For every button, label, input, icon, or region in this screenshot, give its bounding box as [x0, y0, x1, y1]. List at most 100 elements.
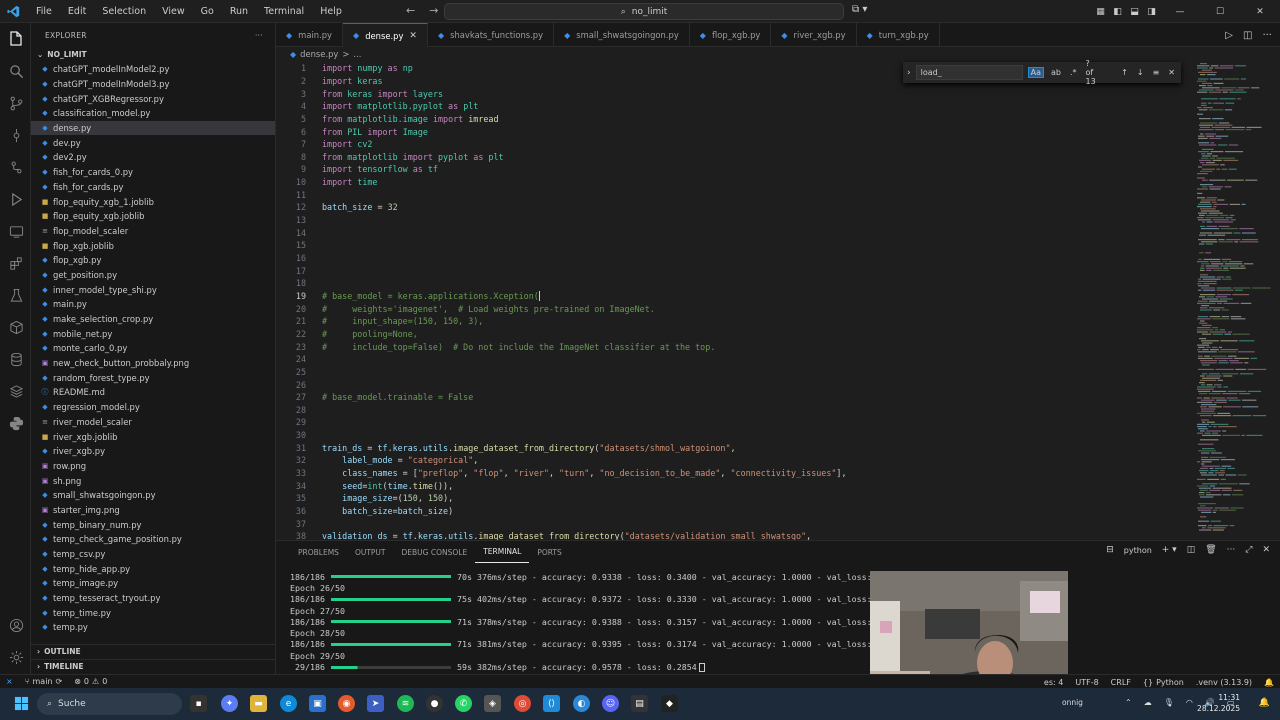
code-line[interactable]: 26 — [276, 378, 1191, 391]
explorer-icon[interactable] — [6, 29, 26, 49]
code-line[interactable]: 32 label_mode = "categorical", — [276, 454, 1191, 467]
command-center[interactable]: ⌕ no_limit — [444, 3, 844, 20]
kill-terminal-icon[interactable]: 🗑 — [1205, 545, 1216, 555]
breadcrumb-more[interactable]: ... — [353, 49, 361, 59]
toggle-panel-icon[interactable]: ⬓ — [1126, 7, 1143, 17]
file-item[interactable]: ◆ small_shwatsgoingon.py — [31, 488, 275, 503]
maximize-panel-icon[interactable]: ⤢ — [1245, 545, 1252, 555]
run-file-icon[interactable]: ▷ — [1225, 30, 1233, 41]
containers-icon[interactable] — [6, 317, 26, 337]
panel-tab-ports[interactable]: PORTS — [529, 541, 569, 563]
close-find-icon[interactable]: ✕ — [1166, 68, 1177, 77]
code-line[interactable]: 21 # input_shape=(150, 150, 3), — [276, 315, 1191, 328]
code-line[interactable]: 27 # base_model.trainable = False — [276, 391, 1191, 404]
code-line[interactable]: 7 import cv2 — [276, 138, 1191, 151]
file-item[interactable]: ◆ temp_csv.py — [31, 547, 275, 562]
copilot-icon[interactable]: ⧉ ▾ — [852, 4, 867, 15]
problems-indicator[interactable]: ⊗ 0 ⚠ 0 — [68, 677, 113, 686]
app-icon[interactable]: ◈ — [484, 695, 501, 712]
toggle-sidebar-icon[interactable]: ◧ — [1109, 7, 1126, 17]
code-line[interactable]: 5 from matplotlib.image import imread — [276, 113, 1191, 126]
code-line[interactable]: 14 — [276, 226, 1191, 239]
code-line[interactable]: 17 — [276, 264, 1191, 277]
file-item[interactable]: ◆ temp_time.py — [31, 605, 275, 620]
file-item[interactable]: ▣ starter_img.png — [31, 503, 275, 518]
file-item[interactable]: ◆ get_position.py — [31, 268, 275, 283]
find-in-selection-icon[interactable]: ≡ — [1151, 68, 1162, 77]
file-item[interactable]: ◆ dense.py — [31, 120, 275, 136]
file-item[interactable]: ⓘ README.md — [31, 385, 275, 400]
source-control-icon[interactable] — [6, 93, 26, 113]
code-line[interactable]: 23 # include_top=False) # Do not include … — [276, 340, 1191, 353]
mic-icon[interactable]: 🎙 — [1164, 698, 1174, 707]
regex-toggle[interactable]: .* — [1068, 68, 1079, 77]
menu-go[interactable]: Go — [193, 6, 222, 17]
code-line[interactable]: 19 # base_model = keras.applications.Xcep… — [276, 290, 1191, 303]
menu-terminal[interactable]: Terminal — [256, 6, 312, 17]
remote-explorer-icon[interactable] — [6, 221, 26, 241]
menu-run[interactable]: Run — [222, 6, 256, 17]
python-interpreter[interactable]: .venv (3.13.9) — [1190, 678, 1258, 687]
arc-icon[interactable]: ◐ — [573, 695, 590, 712]
indentation[interactable]: es: 4 — [1038, 678, 1069, 687]
task-view-icon[interactable]: ▪ — [190, 695, 207, 712]
toggle-replace-icon[interactable]: › — [907, 68, 911, 78]
code-line[interactable]: 37 — [276, 517, 1191, 530]
file-item[interactable]: ◆ river_xgb.py — [31, 444, 275, 459]
find-input[interactable] — [915, 65, 1023, 80]
code-line[interactable]: 18 — [276, 277, 1191, 290]
file-item[interactable]: ◆ monte_carlo_0.py — [31, 341, 275, 356]
tab-main-py[interactable]: ◆ main.py — [276, 23, 344, 47]
code-editor[interactable]: 1 import numpy as np 2 import keras 3 from ke… — [276, 61, 1191, 540]
file-item[interactable]: ◆ temp.py — [31, 620, 275, 635]
code-line[interactable]: 22 # pooling=None, — [276, 328, 1191, 341]
file-item[interactable]: ■ flop_xgb.joblib — [31, 238, 275, 253]
menu-selection[interactable]: Selection — [94, 6, 154, 17]
encoding[interactable]: UTF-8 — [1069, 678, 1104, 687]
file-explorer-icon[interactable]: ▬ — [250, 695, 267, 712]
file-item[interactable]: ◆ temp_tesseract_tryout.py — [31, 591, 275, 606]
file-item[interactable]: ≡ river_model_scaler — [31, 415, 275, 430]
timeline-section[interactable]: › TIMELINE — [31, 659, 275, 673]
discord-icon[interactable]: ☺ — [602, 695, 619, 712]
workspace-folder[interactable]: ⌄ NO_LIMIT — [31, 47, 275, 62]
steam-icon[interactable]: ◆ — [661, 695, 678, 712]
python-icon[interactable] — [6, 413, 26, 433]
code-line[interactable]: 29 — [276, 416, 1191, 429]
file-item[interactable]: ■ flop_equity_xgb.joblib — [31, 209, 275, 224]
line-endings[interactable]: CRLF — [1105, 678, 1137, 687]
file-item[interactable]: ◆ random_forest_type.py — [31, 370, 275, 385]
tab-small-shwatsgoingon-py[interactable]: ◆ small_shwatsgoingon.py — [554, 23, 690, 47]
file-item[interactable]: ◆ chatGPT_XGBRegressor.py — [31, 91, 275, 106]
panel-tab-terminal[interactable]: TERMINAL — [475, 541, 530, 563]
account-icon[interactable] — [6, 615, 26, 635]
wifi-icon[interactable]: ◠ — [1186, 698, 1193, 707]
tab-dense-py[interactable]: ◆ dense.py ✕ — [343, 23, 428, 47]
copilot-app-icon[interactable]: ✦ — [221, 695, 238, 712]
code-line[interactable]: 11 — [276, 189, 1191, 202]
back-arrow-icon[interactable]: ← — [406, 4, 415, 17]
code-line[interactable]: 9 import tensorflow as tf — [276, 163, 1191, 176]
database-icon[interactable] — [6, 349, 26, 369]
clock[interactable]: 11:31 28.12.2025 — [1197, 692, 1240, 714]
tab-flop-xgb-py[interactable]: ◆ flop_xgb.py — [690, 23, 772, 47]
stack-icon[interactable] — [6, 381, 26, 401]
code-line[interactable]: 20 # weights='imagenet', # Load weights p… — [276, 302, 1191, 315]
file-item[interactable]: ◆ flop_xgb.py — [31, 253, 275, 268]
file-item[interactable]: ◆ dev2.py — [31, 150, 275, 165]
file-item[interactable]: ◆ chatGPT_modelInModel2.py — [31, 62, 275, 77]
file-item[interactable]: ◆ main.py — [31, 297, 275, 312]
code-line[interactable]: 38 validation_ds = tf.keras.utils.image_d… — [276, 530, 1191, 540]
code-line[interactable]: 30 — [276, 429, 1191, 442]
chevron-up-icon[interactable]: ⌃ — [1125, 698, 1132, 707]
git-graph-icon[interactable] — [6, 125, 26, 145]
split-terminal-icon[interactable]: ◫ — [1187, 545, 1196, 555]
file-item[interactable]: ◆ chatGPT_modelInModel3.py — [31, 77, 275, 92]
code-line[interactable]: 6 from PIL import Image — [276, 125, 1191, 138]
file-item[interactable]: ◆ temp_check_game_position.py — [31, 532, 275, 547]
close-tab-icon[interactable]: ✕ — [409, 31, 417, 41]
more-actions-icon[interactable]: ··· — [255, 31, 263, 40]
file-item[interactable]: ◆ make_selection_crop.py — [31, 312, 275, 327]
cloud-icon[interactable]: ☁ — [1144, 698, 1152, 707]
code-line[interactable]: 12 batch_size = 32 — [276, 201, 1191, 214]
